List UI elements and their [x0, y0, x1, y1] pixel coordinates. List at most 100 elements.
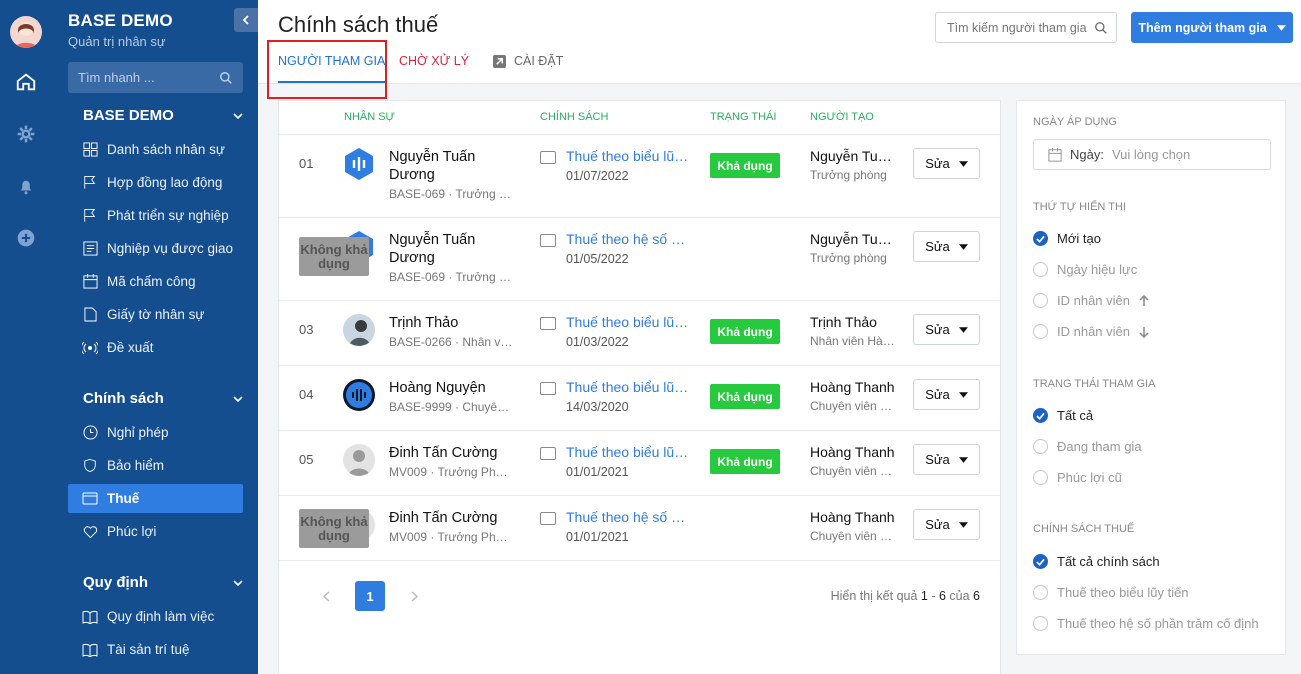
policy-link[interactable]: Thuế theo biểu lũy tiến: [566, 148, 691, 164]
sidebar-item-tai-san[interactable]: Tài sản trí tuệ: [68, 635, 243, 664]
policy-link[interactable]: Thuế theo biểu lũy tiến: [566, 379, 691, 395]
section-chinh-sach[interactable]: Chính sách: [83, 390, 243, 407]
row-number: 04: [299, 387, 314, 402]
status-badge: Không khả dụng: [299, 237, 369, 276]
sidebar-item-ma-cham-cong[interactable]: Mã chấm công: [68, 267, 243, 296]
order-option-id-desc[interactable]: ID nhân viên: [1033, 324, 1149, 339]
order-option-newest[interactable]: Mới tạo: [1033, 231, 1101, 246]
policy-link[interactable]: Thuế theo hệ số phần trăm: [566, 509, 691, 525]
edit-label: Sửa: [925, 322, 950, 337]
icon-rail: [0, 0, 52, 674]
sidebar-item-de-xuat[interactable]: Đề xuất: [68, 333, 243, 362]
creator-role: Chuyên viên kinh doanh: [810, 399, 898, 413]
order-option-id-asc[interactable]: ID nhân viên: [1033, 293, 1149, 308]
policy-date: 01/07/2022: [566, 169, 629, 183]
sidebar-item-phat-trien[interactable]: Phát triển sự nghiệp: [68, 201, 243, 230]
sidebar-item-hop-dong[interactable]: Hợp đồng lao động: [68, 168, 243, 197]
date-label: Ngày:: [1070, 147, 1104, 162]
search-icon: [220, 71, 232, 84]
order-option-effective-date[interactable]: Ngày hiệu lực: [1033, 262, 1137, 277]
collapse-sidebar-button[interactable]: [234, 8, 258, 32]
sidebar-item-bao-hiem[interactable]: Bảo hiểm: [68, 451, 243, 480]
home-icon[interactable]: [14, 70, 38, 94]
brand-title: BASE DEMO: [68, 11, 173, 30]
creator-name: Hoàng Thanh: [810, 379, 895, 395]
date-picker[interactable]: Ngày: Vui lòng chọn: [1033, 139, 1271, 170]
sidebar-item-thue[interactable]: Thuế: [68, 484, 243, 513]
table-row[interactable]: 03 Trịnh Thảo BASE-0266 · Nhân viên Thuế…: [279, 301, 1000, 366]
edit-button[interactable]: Sửa: [913, 379, 980, 410]
edit-button[interactable]: Sửa: [913, 231, 980, 262]
employee-name[interactable]: Hoàng Nguyện: [389, 379, 514, 397]
next-page-button[interactable]: [399, 581, 429, 611]
page-number-button[interactable]: 1: [355, 581, 385, 611]
table-row[interactable]: 06 Đinh Tấn Cường MV009 · Trưởng Phòng T…: [279, 496, 1000, 561]
employee-name[interactable]: Trịnh Thảo: [389, 314, 514, 332]
document-icon: [81, 306, 99, 324]
policy-link[interactable]: Thuế theo biểu lũy tiến: [566, 314, 691, 330]
edit-button[interactable]: Sửa: [913, 509, 980, 540]
employee-name[interactable]: Nguyễn Tuấn Dương: [389, 231, 514, 267]
tab-pending[interactable]: CHỜ XỬ LÝ: [399, 54, 469, 68]
quick-search-input[interactable]: Tìm nhanh ...: [68, 62, 243, 93]
search-icon: [1095, 21, 1107, 34]
photo-avatar: [343, 314, 375, 346]
chevron-right-icon: [410, 590, 418, 602]
chevron-left-icon: [242, 15, 249, 25]
sidebar-item-phuc-loi[interactable]: Phúc lợi: [68, 517, 243, 546]
table-header: NHÂN SỰ CHÍNH SÁCH TRẠNG THÁI NGƯỜI TẠO: [279, 101, 1000, 135]
employee-name[interactable]: Đinh Tấn Cường: [389, 444, 514, 462]
calendar-icon: [81, 273, 99, 291]
main-content: Chính sách thuế NGƯỜI THAM GIA CHỜ XỬ LÝ…: [258, 0, 1301, 674]
sidebar-item-giay-to[interactable]: Giấy tờ nhân sự: [68, 300, 243, 329]
section-title: Chính sách: [83, 390, 164, 407]
default-avatar: [343, 444, 375, 476]
sidebar-item-nghiep-vu[interactable]: Nghiệp vụ được giao: [68, 234, 243, 263]
broadcast-icon: [81, 339, 99, 357]
caret-down-icon: [958, 243, 968, 250]
option-label: ID nhân viên: [1057, 324, 1130, 339]
participant-search-input[interactable]: Tìm kiếm người tham gia: [935, 12, 1117, 43]
filter-panel: NGÀY ÁP DỤNG Ngày: Vui lòng chọn THỨ TỰ …: [1016, 100, 1286, 655]
status-option-all[interactable]: Tất cả: [1033, 408, 1093, 423]
page-header: Chính sách thuế NGƯỜI THAM GIA CHỜ XỬ LÝ…: [258, 0, 1301, 99]
status-option-old[interactable]: Phúc lợi cũ: [1033, 470, 1122, 485]
table-row[interactable]: 01 Nguyễn Tuấn Dương BASE-069 · Trưởng p…: [279, 135, 1000, 218]
external-link-icon: [493, 54, 506, 68]
status-option-active[interactable]: Đang tham gia: [1033, 439, 1142, 454]
sidebar-item-nghi-phep[interactable]: Nghỉ phép: [68, 418, 243, 447]
tab-settings[interactable]: CÀI ĐẶT: [493, 54, 563, 68]
chevron-down-icon: [233, 579, 243, 586]
policy-date: 01/05/2022: [566, 252, 629, 266]
policy-date: 01/03/2022: [566, 335, 629, 349]
employee-name[interactable]: Nguyễn Tuấn Dương: [389, 148, 514, 184]
prev-page-button[interactable]: [311, 581, 341, 611]
edit-button[interactable]: Sửa: [913, 444, 980, 475]
bell-icon[interactable]: [14, 174, 38, 198]
add-participant-button[interactable]: Thêm người tham gia: [1131, 12, 1293, 43]
summary-to: 6: [938, 589, 946, 603]
edit-button[interactable]: Sửa: [913, 148, 980, 179]
edit-button[interactable]: Sửa: [913, 314, 980, 345]
table-row[interactable]: 02 Nguyễn Tuấn Dương BASE-069 · Trưởng p…: [279, 218, 1000, 301]
policy-option-all[interactable]: Tất cả chính sách: [1033, 554, 1160, 569]
policy-option-fixed-percent[interactable]: Thuế theo hệ số phần trăm cố định: [1033, 616, 1271, 631]
sidebar-item-danh-sach[interactable]: Danh sách nhân sự: [68, 135, 243, 164]
user-avatar[interactable]: [10, 16, 42, 48]
sidebar-item-quy-dinh-lam-viec[interactable]: Quy định làm việc: [68, 602, 243, 631]
table-row[interactable]: 04 Hoàng Nguyện BASE-9999 · Chuyên viên …: [279, 366, 1000, 431]
section-base-demo[interactable]: BASE DEMO: [83, 107, 243, 124]
policy-option-progressive[interactable]: Thuế theo biểu lũy tiến: [1033, 585, 1189, 600]
chevron-down-icon: [233, 395, 243, 402]
summary-total: 6: [973, 589, 980, 603]
policy-link[interactable]: Thuế theo hệ số phần trăm: [566, 231, 691, 247]
plus-circle-icon[interactable]: [14, 226, 38, 250]
policy-link[interactable]: Thuế theo biểu lũy tiến: [566, 444, 691, 460]
option-label: Tất cả: [1057, 408, 1094, 423]
gear-icon[interactable]: [14, 122, 38, 146]
status-badge: Khả dụng: [710, 384, 780, 409]
creator-name: Nguyễn Tuấn Dương: [810, 148, 898, 164]
table-row[interactable]: 05 Đinh Tấn Cường MV009 · Trưởng Phòng T…: [279, 431, 1000, 496]
section-quy-dinh[interactable]: Quy định: [83, 574, 243, 591]
employee-name[interactable]: Đinh Tấn Cường: [389, 509, 514, 527]
